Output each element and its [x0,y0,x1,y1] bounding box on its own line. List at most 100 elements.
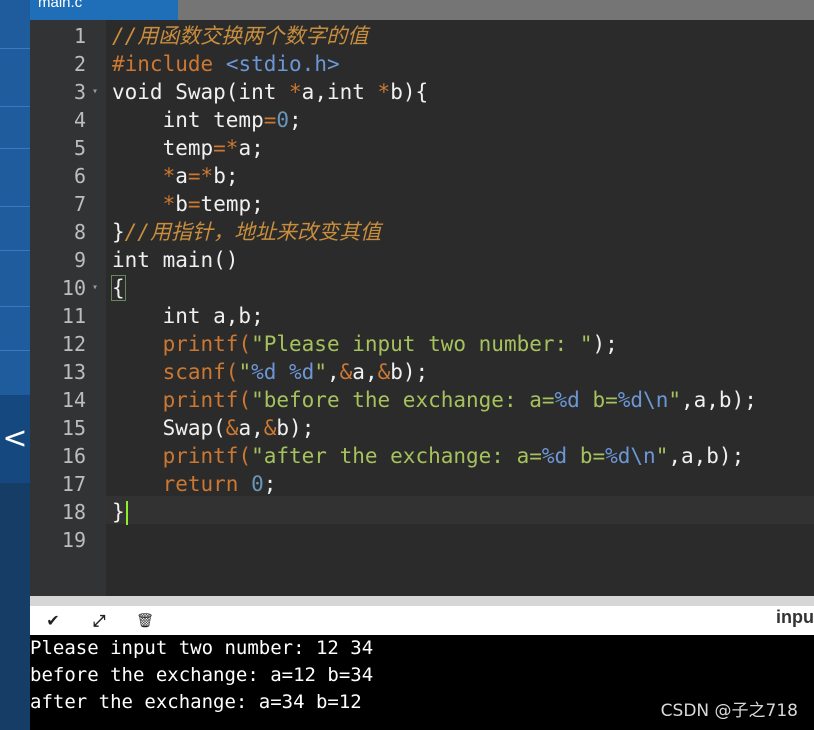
string-quote: " [668,388,681,412]
code-line-7: *b=temp; [112,190,264,218]
string-literal: b= [567,444,606,468]
code-text: a, [352,360,378,384]
format-specifier: %d\n [617,388,669,412]
tab-main-c[interactable]: main.c [30,0,178,20]
code-text: ; [289,108,302,132]
string-quote: " [238,360,252,384]
line-number: 9 [73,248,86,272]
operator: ( [238,444,252,468]
line-number: 7 [73,192,86,216]
fold-toggle-icon[interactable]: ▾ [92,274,98,302]
string-literal: "after the exchange: a= [251,444,542,468]
string-quote: " [655,444,669,468]
line-number: 12 [61,332,86,356]
line-number: 2 [73,52,86,76]
code-line-16: printf("after the exchange: a=%d b=%d\n"… [112,442,745,470]
expand-icon[interactable]: ⤢ [86,610,112,632]
keyword: return [162,472,239,496]
line-number-gutter: 1 2 3 4 5 6 7 8 9 10 11 12 13 14 15 16 1… [30,20,106,596]
code-text: temp [112,136,214,160]
line-number: 3 [73,80,86,104]
code-text: Swap( [112,416,226,440]
collapse-chevron-icon[interactable]: ✔ [40,610,66,632]
operator: & [377,360,391,384]
operator: ( [225,360,239,384]
format-specifier: %d\n [605,444,656,468]
panel-splitter[interactable] [30,596,814,606]
sidebar-lower-panel [0,483,30,730]
console-toolbar: ✔ ⤢ 🗑 inpu [30,606,814,635]
collapse-sidebar-chevron-icon[interactable]: < [0,395,30,483]
line-number: 13 [61,360,86,384]
tab-bar: main.c [30,0,814,20]
line-number: 5 [73,136,86,160]
number-literal: 0 [276,108,290,132]
code-text: b [175,192,188,216]
line-number: 18 [61,500,86,524]
operator: & [339,360,353,384]
format-specifier: %d %d [251,360,315,384]
sidebar-divider [0,106,30,107]
line-number: 10 [61,276,86,300]
left-sidebar: < [0,0,30,730]
code-text: a [175,164,188,188]
preprocessor-directive: #include [112,52,214,76]
code-line-13: scanf("%d %d",&a,&b); [112,358,429,386]
operator: ( [238,332,252,356]
code-line-10: { [111,274,126,302]
function-name: scanf [162,360,226,384]
code-text: } [112,220,125,244]
line-number: 14 [61,388,86,412]
code-line-5: temp=*a; [112,134,264,162]
code-line-6: *a=*b; [112,162,239,190]
function-name: printf [162,332,239,356]
code-line-14: printf("before the exchange: a=%d b=%d\n… [112,386,757,414]
operator: & [225,416,239,440]
code-line-11: int a,b; [112,302,264,330]
console-output: Please input two number: 12 34 before th… [30,635,814,730]
string-quote: " [314,360,327,384]
sidebar-divider [0,306,30,307]
line-number: 1 [73,24,86,48]
sidebar-divider [0,48,30,49]
code-text: , [326,360,340,384]
number-literal: 0 [251,472,264,496]
code-text: a, [238,416,264,440]
output-line: before the exchange: a=12 b=34 [30,664,374,686]
operator: * [162,192,176,216]
matched-brace: { [111,275,126,301]
string-literal: "Please input two number: " [251,332,593,356]
console-tab-label[interactable]: inpu [776,606,814,635]
line-number: 17 [61,472,86,496]
clear-icon[interactable]: 🗑 [132,610,158,632]
code-line-8: }//用指针，地址来改变其值 [112,218,381,246]
output-line: Please input two number: 12 34 [30,637,374,659]
sidebar-divider [0,206,30,207]
line-number: 16 [61,444,86,468]
sidebar-divider [0,250,30,251]
code-line-17: return 0; [112,470,277,498]
comment: //用函数交换两个数字的值 [112,24,369,48]
code-text: a,int [301,80,378,104]
fold-toggle-icon[interactable]: ▾ [92,78,98,106]
code-text: b); [276,416,315,440]
line-number: 6 [73,164,86,188]
code-text: ; [263,472,277,496]
code-editor[interactable]: 1 2 3 4 5 6 7 8 9 10 11 12 13 14 15 16 1… [30,20,814,596]
code-line-9: int main() [112,246,238,274]
code-line-2: #include <stdio.h> [112,50,340,78]
sidebar-divider [0,350,30,351]
code-text: int temp [112,108,264,132]
operator: = [187,192,201,216]
code-text: b){ [390,80,429,104]
sidebar-divider [0,148,30,149]
operator: * [289,80,302,104]
format-specifier: %d [554,388,580,412]
text-cursor [125,501,128,525]
code-text: ,a,b); [668,444,745,468]
operator: & [263,416,277,440]
